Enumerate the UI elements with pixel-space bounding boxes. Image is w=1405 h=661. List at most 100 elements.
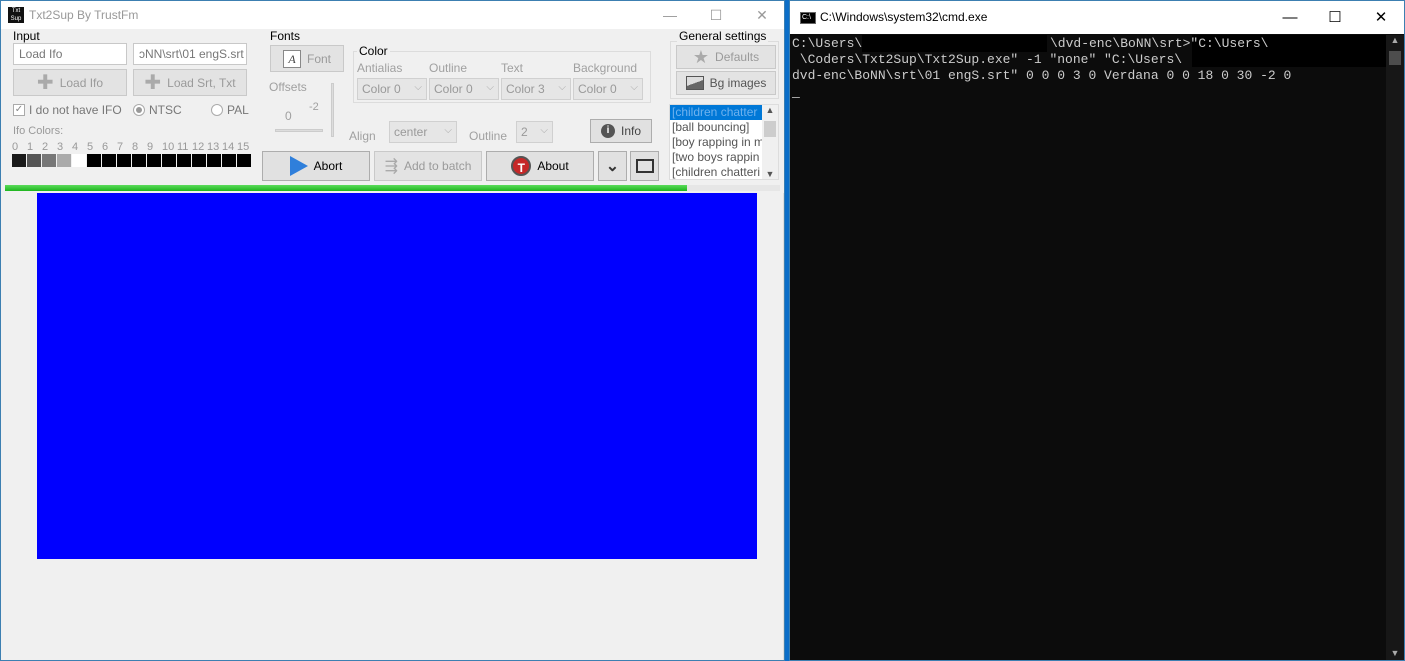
info-button[interactable]: i Info	[590, 119, 652, 143]
maximize-button[interactable]: ☐	[693, 1, 739, 29]
ifo-color-swatch[interactable]	[102, 154, 116, 167]
trustfm-logo-icon: T	[511, 156, 532, 176]
background-color-select[interactable]: Color 0 ⌵	[573, 78, 643, 100]
cmd-window-title: C:\Windows\system32\cmd.exe	[820, 10, 988, 24]
checkbox-box: ✓	[13, 104, 25, 116]
load-ifo-button[interactable]: ✚ Load Ifo	[13, 69, 127, 96]
ifo-color-index: 9	[147, 141, 154, 153]
ifo-color-index: 15	[237, 141, 250, 153]
scroll-thumb[interactable]	[1389, 51, 1401, 65]
outline-width-select[interactable]: 2 ⌵	[516, 121, 553, 143]
ifo-color-swatch[interactable]	[57, 154, 71, 167]
scroll-thumb[interactable]	[764, 121, 776, 137]
color-group-title: Color	[357, 44, 390, 58]
antialias-label: Antialias	[357, 61, 403, 75]
no-ifo-label: I do not have IFO	[29, 103, 122, 117]
ifo-color-swatch[interactable]	[222, 154, 236, 167]
outline-width-label: Outline	[469, 129, 508, 143]
subtitle-list-item[interactable]: [children chatter	[670, 105, 764, 120]
list-scrollbar[interactable]: ▲ ▼	[762, 105, 778, 179]
offset-x-slider[interactable]	[275, 129, 323, 132]
align-select[interactable]: center ⌵	[389, 121, 457, 143]
scroll-down-icon[interactable]: ▼	[762, 169, 778, 179]
minimize-button[interactable]: —	[1267, 1, 1313, 34]
srt-path-field[interactable]: ɔNN\srt\01 engS.srt	[133, 43, 247, 65]
subtitle-list-item[interactable]: [children chatteri	[670, 165, 764, 179]
plus-icon: ✚	[144, 71, 162, 94]
ifo-color-swatch[interactable]	[177, 154, 191, 167]
ifo-color-swatch[interactable]	[132, 154, 146, 167]
ifo-color-swatch[interactable]	[87, 154, 101, 167]
subtitle-preview-canvas[interactable]	[37, 193, 757, 559]
title-bar[interactable]: Txt Sup Txt2Sup By TrustFm — ☐ ✕	[1, 1, 784, 29]
console-output[interactable]: C:\Users\ \dvd-enc\BoNN\srt>"C:\Users\ \…	[792, 35, 1386, 655]
offset-y-slider[interactable]	[331, 83, 334, 137]
close-button[interactable]: ✕	[739, 1, 784, 29]
load-srt-label: Load Srt, Txt	[167, 75, 236, 90]
play-icon	[289, 156, 308, 176]
subtitle-list-item[interactable]: [two boys rappin	[670, 150, 764, 165]
ifo-color-swatch[interactable]	[192, 154, 206, 167]
ifo-color-swatch[interactable]	[147, 154, 161, 167]
ntsc-radio[interactable]: NTSC	[133, 103, 182, 117]
scroll-up-icon[interactable]: ▲	[1386, 35, 1404, 49]
pal-radio[interactable]: PAL	[211, 103, 249, 117]
cmd-title-bar[interactable]: C:\ C:\Windows\system32\cmd.exe — ☐ ✕	[790, 1, 1404, 34]
add-to-batch-button[interactable]: ⇶ Add to batch	[374, 151, 482, 181]
redaction-bar	[862, 35, 1047, 52]
offset-y-value: -2	[309, 101, 319, 113]
ifo-color-swatch[interactable]	[72, 154, 86, 167]
ifo-color-swatch[interactable]	[27, 154, 41, 167]
cmd-window: C:\ C:\Windows\system32\cmd.exe — ☐ ✕ C:…	[789, 0, 1405, 661]
ntsc-label: NTSC	[149, 103, 182, 117]
antialias-select[interactable]: Color 0 ⌵	[357, 78, 427, 100]
subtitle-list-item[interactable]: [ball bouncing]	[670, 120, 764, 135]
subtitle-list[interactable]: [children chatter [ball bouncing] [boy rap…	[669, 104, 779, 180]
star-icon: ★	[692, 47, 710, 67]
chevron-down-icon: ⌄	[605, 158, 620, 175]
info-icon: i	[600, 124, 615, 138]
chevron-down-icon: ⌵	[486, 82, 494, 93]
load-srt-button[interactable]: ✚ Load Srt, Txt	[133, 69, 247, 96]
ifo-color-swatch[interactable]	[12, 154, 26, 167]
outline-color-label: Outline	[429, 61, 468, 75]
ifo-color-swatch[interactable]	[237, 154, 251, 167]
offset-x-value: 0	[285, 109, 292, 123]
pal-label: PAL	[227, 103, 249, 117]
about-button[interactable]: T About	[486, 151, 594, 181]
font-button[interactable]: A Font	[270, 45, 344, 72]
bg-images-button[interactable]: Bg images	[676, 71, 776, 95]
input-group-title: Input	[13, 29, 40, 43]
fullscreen-button[interactable]	[630, 151, 659, 181]
progress-fill	[5, 185, 687, 191]
close-button[interactable]: ✕	[1358, 1, 1404, 34]
outline-color-select[interactable]: Color 0 ⌵	[429, 78, 499, 100]
abort-button[interactable]: Abort	[262, 151, 370, 181]
ifo-color-swatch[interactable]	[162, 154, 176, 167]
chevron-down-icon: ⌵	[558, 82, 566, 93]
chevron-down-icon: ⌵	[540, 125, 548, 136]
radio-dot	[211, 104, 223, 116]
offsets-label: Offsets	[269, 80, 307, 94]
ifo-color-swatch[interactable]	[117, 154, 131, 167]
ifo-color-index: 13	[207, 141, 220, 153]
ifo-path-field[interactable]: Load Ifo	[13, 43, 127, 65]
scroll-up-icon[interactable]: ▲	[762, 105, 778, 119]
ifo-color-swatch[interactable]	[42, 154, 56, 167]
align-label: Align	[349, 129, 376, 143]
ifo-color-index: 4	[72, 141, 79, 153]
defaults-button[interactable]: ★ Defaults	[676, 45, 776, 69]
defaults-label: Defaults	[715, 50, 760, 64]
collapse-button[interactable]: ⌄	[598, 151, 627, 181]
ifo-color-index: 14	[222, 141, 235, 153]
text-color-select[interactable]: Color 3 ⌵	[501, 78, 571, 100]
subtitle-list-item[interactable]: [boy rapping in m	[670, 135, 764, 150]
ifo-color-swatch[interactable]	[207, 154, 221, 167]
console-cursor: _	[792, 85, 800, 100]
scroll-down-icon[interactable]: ▼	[1386, 648, 1404, 658]
minimize-button[interactable]: —	[647, 1, 693, 29]
info-label: Info	[620, 124, 641, 138]
no-ifo-checkbox[interactable]: ✓ I do not have IFO	[13, 103, 122, 117]
maximize-button[interactable]: ☐	[1312, 1, 1358, 34]
console-scrollbar[interactable]: ▲ ▼	[1386, 35, 1404, 660]
